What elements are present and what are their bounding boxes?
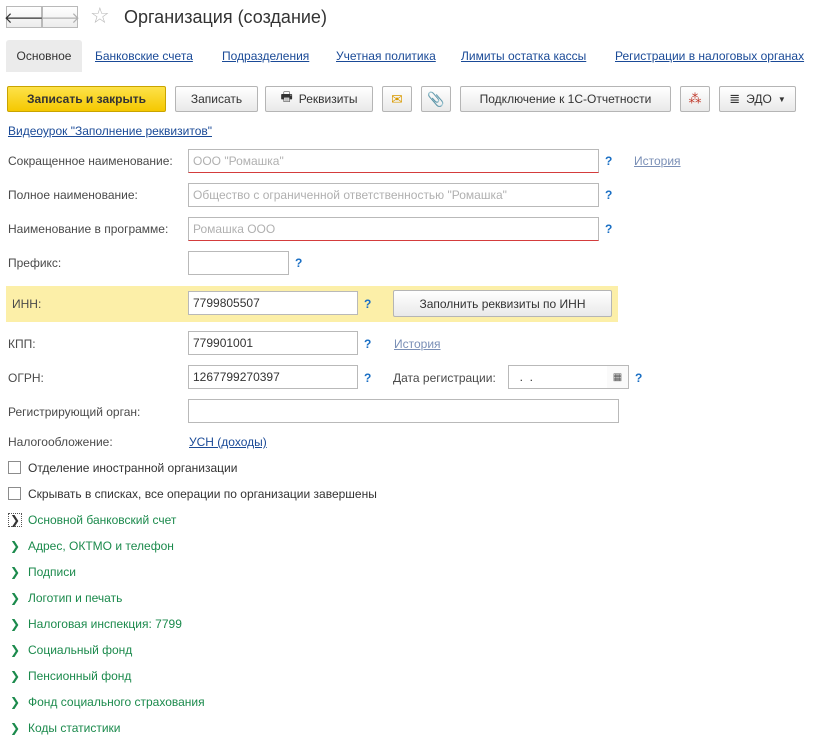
chevron-right-icon: ❯ [9, 721, 21, 735]
ogrn-input[interactable] [188, 365, 358, 389]
chevron-right-icon: ❯ [9, 539, 21, 553]
chevron-right-icon: ❯ [9, 617, 21, 631]
save-and-close-button[interactable]: Записать и закрыть [7, 86, 166, 112]
page-title: Организация (создание) [124, 7, 327, 27]
help-icon[interactable]: ? [295, 256, 302, 270]
tab-cash-limits[interactable]: Лимиты остатка кассы [461, 49, 586, 63]
calendar-icon: ▦ [612, 371, 623, 383]
group-pension-fund[interactable]: ❯ Пенсионный фонд [8, 669, 131, 683]
email-button[interactable]: ✉ [382, 86, 412, 112]
group-statistics-codes[interactable]: ❯ Коды статистики [8, 721, 121, 735]
group-label: Адрес, ОКТМО и телефон [28, 539, 174, 553]
group-logo-stamp[interactable]: ❯ Логотип и печать [8, 591, 122, 605]
help-icon[interactable]: ? [605, 222, 612, 236]
prefix-input[interactable] [188, 251, 289, 275]
group-label: Налоговая инспекция: 7799 [28, 617, 182, 631]
foreign-branch-checkbox[interactable] [8, 461, 21, 474]
program-name-label: Наименование в программе: [8, 222, 169, 236]
chevron-down-icon: ▼ [777, 94, 786, 104]
arrow-right-icon: 🡒 [39, 9, 81, 27]
favorite-star-icon[interactable]: ☆ [90, 3, 110, 29]
fill-by-inn-button[interactable]: Заполнить реквизиты по ИНН [393, 290, 612, 317]
help-icon[interactable]: ? [605, 188, 612, 202]
video-lesson-link[interactable]: Видеоурок "Заполнение реквизитов" [8, 124, 212, 138]
ogrn-label: ОГРН: [8, 371, 44, 385]
kpp-input[interactable] [188, 331, 358, 355]
group-social-insurance[interactable]: ❯ Фонд социального страхования [8, 695, 205, 709]
help-icon[interactable]: ? [635, 371, 642, 385]
tab-label: Основное [16, 49, 72, 63]
hide-in-lists-label: Скрывать в списках, все операции по орга… [28, 487, 377, 501]
tab-accounting-policy[interactable]: Учетная политика [336, 49, 436, 63]
reg-date-label: Дата регистрации: [393, 371, 496, 385]
tab-bank-accounts[interactable]: Банковские счета [95, 49, 193, 63]
short-name-label: Сокращенное наименование: [8, 154, 173, 168]
chevron-right-icon: ❯ [9, 669, 21, 683]
group-label: Основной банковский счет [28, 513, 177, 527]
group-tax-inspection[interactable]: ❯ Налоговая инспекция: 7799 [8, 617, 182, 631]
arrow-left-icon: 🡐 [3, 9, 45, 27]
tab-main[interactable]: Основное [6, 40, 82, 72]
chevron-right-icon: ❯ [8, 513, 22, 527]
asterisk-icon: ⁂ [688, 91, 702, 106]
help-icon[interactable]: ? [605, 154, 612, 168]
button-label: Заполнить реквизиты по ИНН [419, 296, 586, 311]
group-address[interactable]: ❯ Адрес, ОКТМО и телефон [8, 539, 174, 553]
program-name-input[interactable] [188, 217, 599, 241]
taxation-link[interactable]: УСН (доходы) [189, 435, 267, 449]
group-label: Коды статистики [28, 721, 121, 735]
help-icon[interactable]: ? [364, 371, 371, 385]
tab-departments[interactable]: Подразделения [222, 49, 309, 63]
button-label: ЭДО [746, 92, 772, 106]
chevron-right-icon: ❯ [9, 643, 21, 657]
group-label: Логотип и печать [28, 591, 123, 605]
back-button[interactable]: 🡐 [3, 6, 45, 28]
save-button[interactable]: Записать [175, 86, 258, 112]
button-label: Записать и закрыть [27, 92, 146, 106]
reg-date-input[interactable] [508, 365, 608, 389]
group-label: Социальный фонд [28, 643, 133, 657]
group-label: Фонд социального страхования [28, 695, 205, 709]
button-label: Записать [190, 92, 243, 106]
kpp-label: КПП: [8, 337, 36, 351]
short-name-input[interactable] [188, 149, 599, 173]
group-signatures[interactable]: ❯ Подписи [8, 565, 76, 579]
inn-label: ИНН: [12, 297, 42, 311]
printer-icon: 🖶 [280, 89, 293, 104]
taxation-label: Налогообложение: [8, 435, 113, 449]
reg-authority-input[interactable] [188, 399, 619, 423]
foreign-branch-label: Отделение иностранной организации [28, 461, 238, 475]
group-social-fund[interactable]: ❯ Социальный фонд [8, 643, 132, 657]
edo-stack-icon: ≣ [729, 91, 741, 106]
edo-signal-button[interactable]: ⁂ [680, 86, 710, 112]
group-label: Подписи [28, 565, 76, 579]
paperclip-icon: 📎 [427, 90, 445, 107]
connect-reporting-button[interactable]: Подключение к 1С-Отчетности [460, 86, 671, 112]
hide-in-lists-checkbox[interactable] [8, 487, 21, 500]
envelope-icon: ✉ [391, 90, 403, 107]
group-main-bank-account[interactable]: ❯ Основной банковский счет [8, 513, 176, 527]
help-icon[interactable]: ? [364, 297, 371, 311]
tab-tax-registrations[interactable]: Регистрации в налоговых органах [615, 49, 804, 63]
reg-authority-label: Регистрирующий орган: [8, 405, 141, 419]
button-label: Реквизиты [298, 92, 358, 106]
chevron-right-icon: ❯ [9, 695, 21, 709]
button-label: Подключение к 1С-Отчетности [479, 92, 652, 106]
prefix-label: Префикс: [8, 256, 62, 270]
details-button[interactable]: 🖶 Реквизиты [265, 86, 373, 112]
kpp-history-link[interactable]: История [394, 337, 441, 351]
short-name-history-link[interactable]: История [634, 154, 681, 168]
chevron-right-icon: ❯ [9, 591, 21, 605]
full-name-label: Полное наименование: [8, 188, 138, 202]
forward-button[interactable]: 🡒 [39, 6, 81, 28]
edo-dropdown-button[interactable]: ≣ ЭДО ▼ [719, 86, 796, 112]
inn-input[interactable] [188, 291, 358, 315]
group-label: Пенсионный фонд [28, 669, 132, 683]
help-icon[interactable]: ? [364, 337, 371, 351]
chevron-right-icon: ❯ [9, 565, 21, 579]
full-name-input[interactable] [188, 183, 599, 207]
attach-button[interactable]: 📎 [421, 86, 451, 112]
calendar-button[interactable]: ▦ [607, 365, 629, 389]
